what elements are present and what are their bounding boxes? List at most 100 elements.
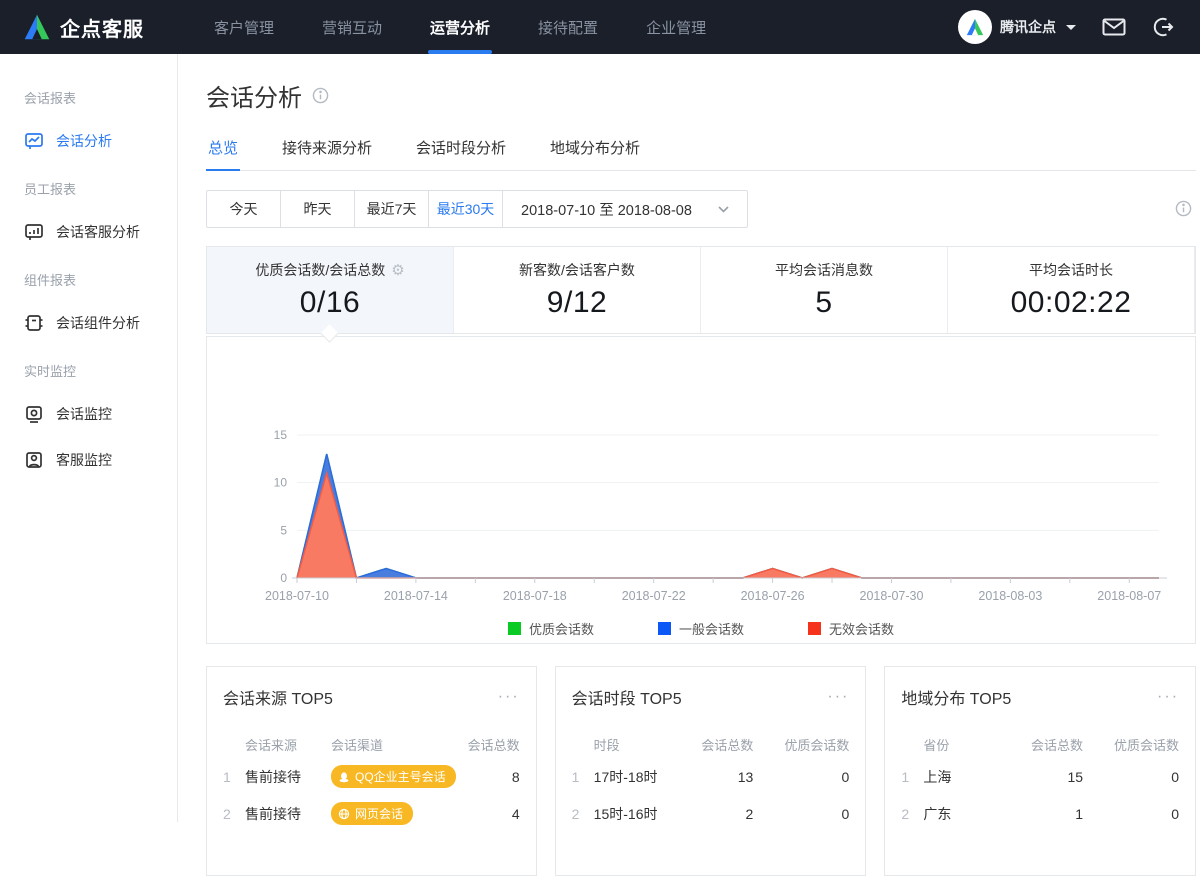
stat-avg-duration[interactable]: 平均会话时长 00:02:22 (948, 247, 1195, 333)
legend-label: 无效会话数 (829, 619, 894, 638)
session-monitor-icon (24, 404, 44, 424)
web-icon (338, 808, 350, 820)
chat-chart-icon (24, 131, 44, 151)
filter-yesterday-button[interactable]: 昨天 (281, 191, 355, 227)
agent-chat-icon (24, 222, 44, 242)
quality-count: 0 (1083, 769, 1179, 785)
period-name: 15时-16时 (594, 804, 664, 824)
qq-icon (338, 771, 350, 783)
sidebar-section-component-reports: 组件报表 (0, 262, 177, 303)
sidebar-item-agent-monitor[interactable]: 客服监控 (0, 440, 177, 480)
table-row[interactable]: 1 17时-18时 13 0 (572, 758, 850, 795)
legend-general-sessions[interactable]: 一般会话数 (658, 619, 744, 638)
more-menu-icon[interactable]: ··· (498, 693, 520, 701)
quality-count: 0 (753, 806, 849, 822)
account-menu[interactable]: 腾讯企点 (958, 10, 1076, 44)
stat-value: 5 (815, 286, 832, 320)
legend-label: 一般会话数 (679, 619, 744, 638)
svg-text:2018-07-30: 2018-07-30 (860, 589, 924, 603)
avatar-logo-icon (965, 17, 985, 37)
source-name: 售前接待 (245, 767, 331, 787)
stat-avg-messages[interactable]: 平均会话消息数 5 (701, 247, 948, 333)
sidebar-section-realtime-monitor: 实时监控 (0, 353, 177, 394)
agent-monitor-icon (24, 450, 44, 470)
nav-operation-analysis[interactable]: 运营分析 (406, 0, 514, 54)
tab-session-period[interactable]: 会话时段分析 (414, 137, 508, 170)
sidebar-section-session-reports: 会话报表 (0, 80, 177, 121)
sidebar-item-session-monitor[interactable]: 会话监控 (0, 394, 177, 434)
filter-last30days-button[interactable]: 最近30天 (429, 191, 503, 227)
legend-invalid-sessions[interactable]: 无效会话数 (808, 619, 894, 638)
sidebar-item-label: 客服监控 (56, 450, 112, 470)
filter-today-button[interactable]: 今天 (207, 191, 281, 227)
filter-last7days-button[interactable]: 最近7天 (355, 191, 429, 227)
main-menu: 客户管理 营销互动 运营分析 接待配置 企业管理 (190, 0, 730, 54)
sidebar-item-label: 会话监控 (56, 404, 112, 424)
avatar (958, 10, 992, 44)
svg-text:10: 10 (274, 476, 288, 490)
table-header: 会话来源 会话渠道 会话总数 (223, 735, 520, 754)
main-content: 会话分析 总览 接待来源分析 会话时段分析 地域分布分析 今天 昨天 最近7天 … (178, 54, 1200, 822)
nav-reception-config[interactable]: 接待配置 (514, 0, 622, 54)
more-menu-icon[interactable]: ··· (1157, 693, 1179, 701)
sidebar-item-session-analysis[interactable]: 会话分析 (0, 121, 177, 161)
gear-icon[interactable]: ⚙ (391, 263, 404, 278)
card-session-source-top5: 会话来源 TOP5 ··· 会话来源 会话渠道 会话总数 1 售前接待 (206, 666, 537, 876)
stat-quality-total-sessions[interactable]: 优质会话数/会话总数 ⚙ 0/16 (207, 247, 454, 333)
nav-enterprise-management[interactable]: 企业管理 (622, 0, 730, 54)
svg-text:2018-07-18: 2018-07-18 (503, 589, 567, 603)
mail-icon[interactable] (1102, 18, 1126, 36)
area-chart[interactable]: 0510152018-07-102018-07-142018-07-182018… (225, 373, 1175, 608)
sidebar-item-label: 会话组件分析 (56, 313, 140, 333)
stat-label: 平均会话时长 (1029, 260, 1113, 280)
session-trend-chart: 0510152018-07-102018-07-142018-07-182018… (206, 336, 1196, 644)
svg-text:15: 15 (274, 428, 288, 442)
quality-count: 0 (753, 769, 849, 785)
nav-marketing-interaction[interactable]: 营销互动 (298, 0, 406, 54)
nav-customer-management[interactable]: 客户管理 (190, 0, 298, 54)
table-row[interactable]: 1 售前接待 QQ企业主号会话 8 (223, 758, 520, 795)
session-count: 8 (456, 769, 520, 785)
period-name: 17时-18时 (594, 767, 664, 787)
card-session-period-top5: 会话时段 TOP5 ··· 时段 会话总数 优质会话数 1 17时-18时 13… (555, 666, 867, 876)
date-range-select[interactable]: 2018-07-10 至 2018-08-08 (503, 191, 747, 227)
quality-count: 0 (1083, 806, 1179, 822)
legend-swatch-red (808, 622, 821, 635)
date-filter-row: 今天 昨天 最近7天 最近30天 2018-07-10 至 2018-08-08 (206, 190, 1196, 228)
logout-icon[interactable] (1152, 16, 1174, 38)
legend-label: 优质会话数 (529, 619, 594, 638)
card-title: 会话时段 TOP5 (572, 685, 682, 709)
svg-text:2018-08-07: 2018-08-07 (1097, 589, 1161, 603)
tab-reception-source[interactable]: 接待来源分析 (280, 137, 374, 170)
svg-text:5: 5 (280, 523, 287, 537)
stat-new-customers[interactable]: 新客数/会话客户数 9/12 (454, 247, 701, 333)
app-logo[interactable]: 企点客服 (22, 12, 172, 42)
card-title: 地域分布 TOP5 (901, 685, 1011, 709)
legend-quality-sessions[interactable]: 优质会话数 (508, 619, 594, 638)
account-name: 腾讯企点 (1000, 17, 1056, 37)
table-row[interactable]: 2 广东 1 0 (901, 795, 1179, 832)
tab-overview[interactable]: 总览 (206, 137, 240, 170)
card-region-top5: 地域分布 TOP5 ··· 省份 会话总数 优质会话数 1 上海 15 0 2 (884, 666, 1196, 876)
table-row[interactable]: 2 售前接待 网页会话 4 (223, 795, 520, 832)
page-info-icon[interactable] (312, 87, 329, 104)
rank-number: 1 (223, 769, 245, 785)
svg-text:0: 0 (280, 571, 287, 585)
stat-label: 优质会话数/会话总数 (255, 260, 385, 280)
sidebar-item-label: 会话客服分析 (56, 222, 140, 242)
rank-number: 2 (572, 806, 594, 822)
svg-text:2018-07-10: 2018-07-10 (265, 589, 329, 603)
stats-panel: 优质会话数/会话总数 ⚙ 0/16 新客数/会话客户数 9/12 平均会话消息数… (206, 246, 1196, 334)
tab-region-distribution[interactable]: 地域分布分析 (548, 137, 642, 170)
filter-info-icon[interactable] (1175, 200, 1192, 217)
more-menu-icon[interactable]: ··· (827, 693, 849, 701)
legend-swatch-green (508, 622, 521, 635)
sidebar-item-session-agent-analysis[interactable]: 会话客服分析 (0, 212, 177, 252)
component-icon (24, 313, 44, 333)
table-row[interactable]: 1 上海 15 0 (901, 758, 1179, 795)
stat-label: 新客数/会话客户数 (519, 260, 635, 280)
sidebar-item-session-component-analysis[interactable]: 会话组件分析 (0, 303, 177, 343)
table-row[interactable]: 2 15时-16时 2 0 (572, 795, 850, 832)
svg-text:2018-07-26: 2018-07-26 (741, 589, 805, 603)
rank-number: 2 (901, 806, 923, 822)
